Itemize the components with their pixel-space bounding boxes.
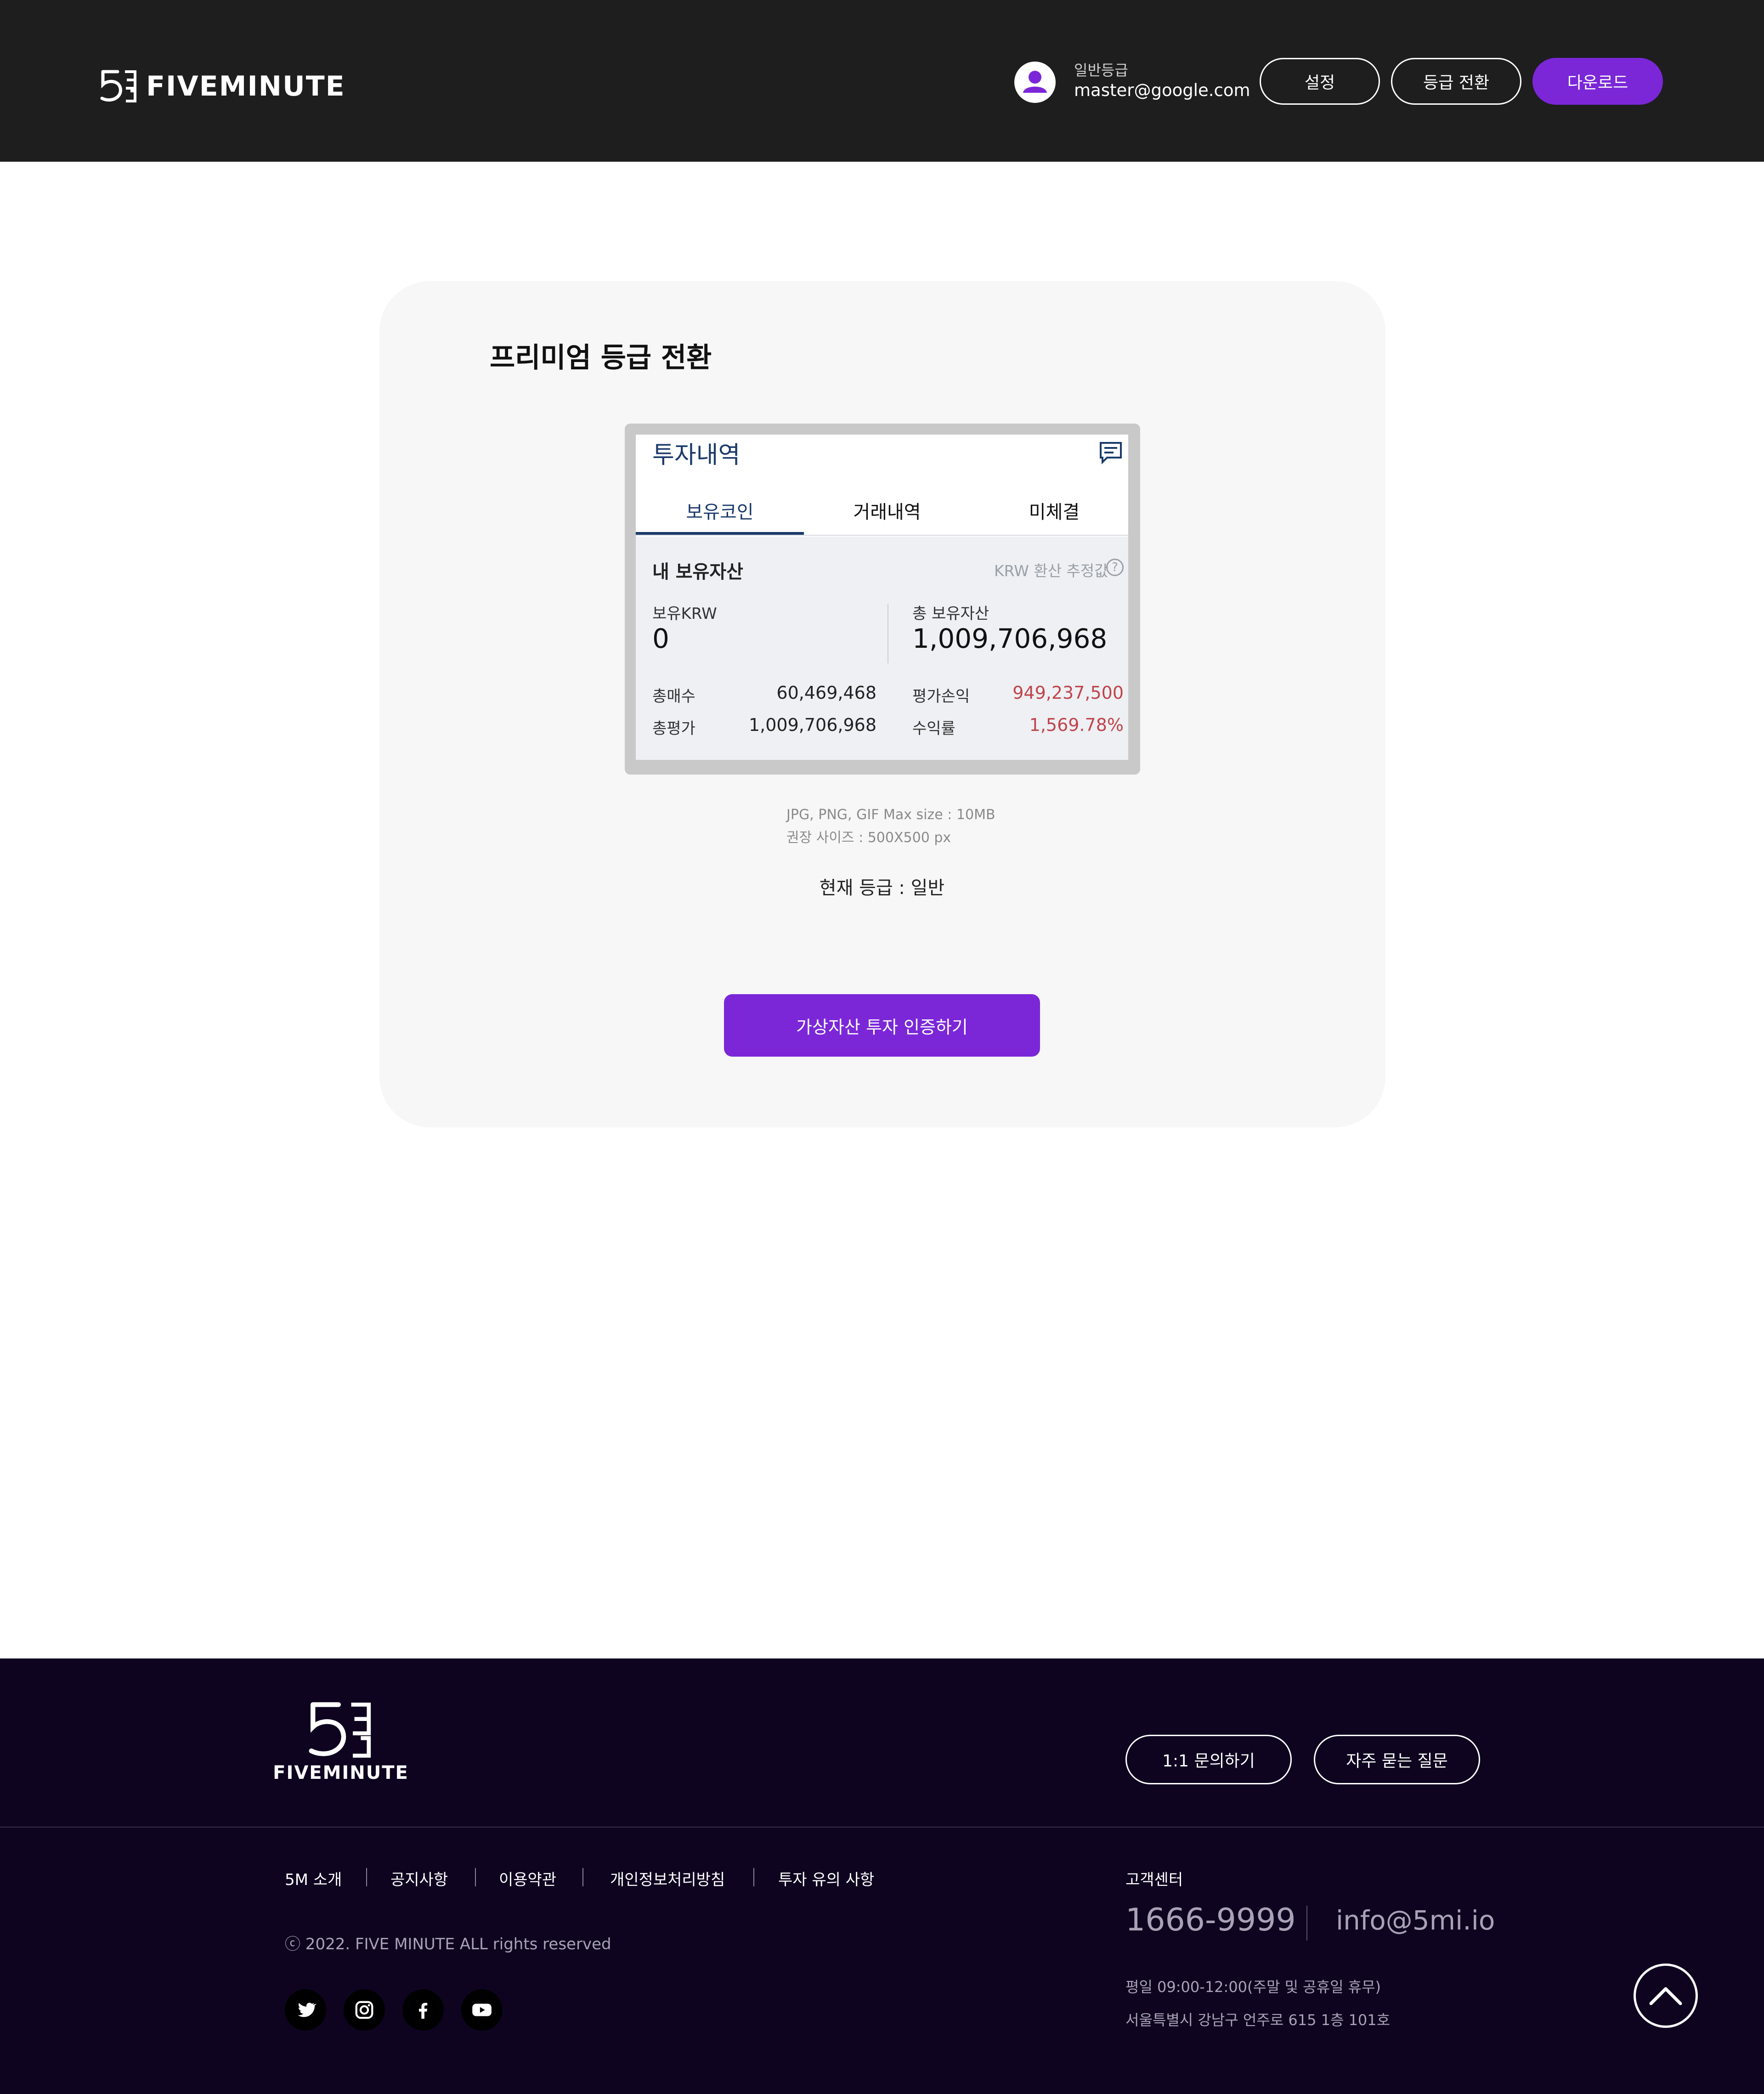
footer-link-separator	[475, 1868, 476, 1886]
footer-link-investment-caution[interactable]: 투자 유의 사항	[778, 1867, 874, 1890]
brand-name: FIVEMINUTE	[146, 70, 345, 102]
scroll-to-top-button[interactable]	[1634, 1964, 1698, 2028]
twitter-icon	[298, 2003, 317, 2017]
total-eval-label: 총평가	[652, 719, 695, 738]
upload-size-hint: 권장 사이즈 : 500X500 px	[786, 830, 951, 846]
grade-switch-button[interactable]: 등급 전환	[1391, 58, 1521, 105]
total-buy-value: 60,469,468	[776, 683, 876, 703]
footer-link-separator	[753, 1868, 754, 1886]
footer-divider	[0, 1827, 1764, 1828]
tab-divider	[636, 535, 1128, 536]
page-title: 프리미엄 등급 전환	[490, 342, 712, 374]
return-value: 1,569.78%	[1029, 715, 1124, 735]
current-grade: 현재 등급 : 일반	[819, 877, 945, 899]
krw-note: KRW 환산 추정값	[994, 562, 1108, 580]
footer-link-separator	[582, 1868, 583, 1886]
held-krw-label: 보유KRW	[652, 605, 717, 623]
user-icon	[1023, 71, 1047, 93]
copyright: ⓒ 2022. FIVE MINUTE ALL rights reserved	[285, 1935, 611, 1953]
screenshot-tab-holdings: 보유코인	[686, 502, 754, 523]
return-label: 수익률	[912, 719, 956, 738]
facebook-icon	[418, 2003, 428, 2019]
user-email: master@google.com	[1074, 80, 1250, 100]
pnl-label: 평가손익	[912, 687, 970, 706]
customer-center-phone: 1666-9999	[1125, 1902, 1296, 1938]
active-tab-underline	[636, 532, 804, 535]
company-address: 서울특별시 강남구 언주로 615 1층 101호	[1125, 2011, 1391, 2029]
user-grade: 일반등급	[1074, 62, 1128, 79]
faq-button[interactable]: 자주 묻는 질문	[1314, 1735, 1480, 1784]
verify-investment-button[interactable]: 가상자산 투자 인증하기	[724, 994, 1040, 1057]
download-button[interactable]: 다운로드	[1532, 58, 1663, 105]
five-minute-mark-icon	[100, 70, 136, 102]
total-assets-label: 총 보유자산	[912, 605, 989, 623]
footer-link-terms[interactable]: 이용약관	[499, 1867, 556, 1890]
chevron-up-icon	[1649, 1987, 1682, 2005]
screenshot-title: 투자내역	[652, 441, 741, 469]
customer-center-email[interactable]: info@5mi.io	[1336, 1905, 1495, 1936]
screenshot-tab-history: 거래내역	[853, 502, 921, 523]
chat-icon	[1099, 441, 1123, 467]
footer-brand-name: FIVEMINUTE	[273, 1762, 409, 1783]
instagram-icon	[355, 2001, 373, 2019]
total-assets-value: 1,009,706,968	[912, 623, 1108, 654]
footer-link-privacy[interactable]: 개인정보처리방침	[610, 1867, 725, 1890]
five-minute-mark-icon	[309, 1702, 371, 1758]
held-krw-value: 0	[652, 623, 669, 654]
youtube-link[interactable]	[461, 1989, 503, 2031]
footer-link-about[interactable]: 5M 소개	[285, 1867, 342, 1890]
footer-link-notice[interactable]: 공지사항	[390, 1867, 448, 1890]
avatar[interactable]	[1014, 62, 1056, 103]
settings-button[interactable]: 설정	[1260, 58, 1380, 105]
total-buy-label: 총매수	[652, 687, 695, 706]
uploaded-screenshot: 투자내역 보유코인 거래내역 미체결 내 보유자산 KRW 환산 추정값 ? 보…	[636, 435, 1128, 760]
section-title: 내 보유자산	[652, 561, 743, 583]
inquiry-button[interactable]: 1:1 문의하기	[1125, 1735, 1292, 1784]
facebook-link[interactable]	[402, 1989, 444, 2031]
brand-logo[interactable]: FIVEMINUTE	[100, 68, 345, 105]
twitter-link[interactable]	[285, 1989, 326, 2031]
total-eval-value: 1,009,706,968	[748, 715, 876, 735]
footer	[0, 1658, 1764, 2094]
pnl-value: 949,237,500	[1012, 683, 1124, 703]
screenshot-tab-pending: 미체결	[1029, 502, 1080, 523]
upload-format-hint: JPG, PNG, GIF Max size : 10MB	[786, 807, 995, 823]
youtube-icon	[472, 2003, 492, 2016]
footer-logo[interactable]: FIVEMINUTE	[273, 1700, 408, 1783]
footer-link-separator	[366, 1868, 367, 1886]
help-icon: ?	[1106, 559, 1124, 576]
instagram-link[interactable]	[344, 1989, 385, 2031]
contact-separator	[1306, 1906, 1307, 1941]
customer-center-title: 고객센터	[1125, 1871, 1183, 1889]
business-hours: 평일 09:00-12:00(주말 및 공휴일 휴무)	[1125, 1978, 1381, 1996]
